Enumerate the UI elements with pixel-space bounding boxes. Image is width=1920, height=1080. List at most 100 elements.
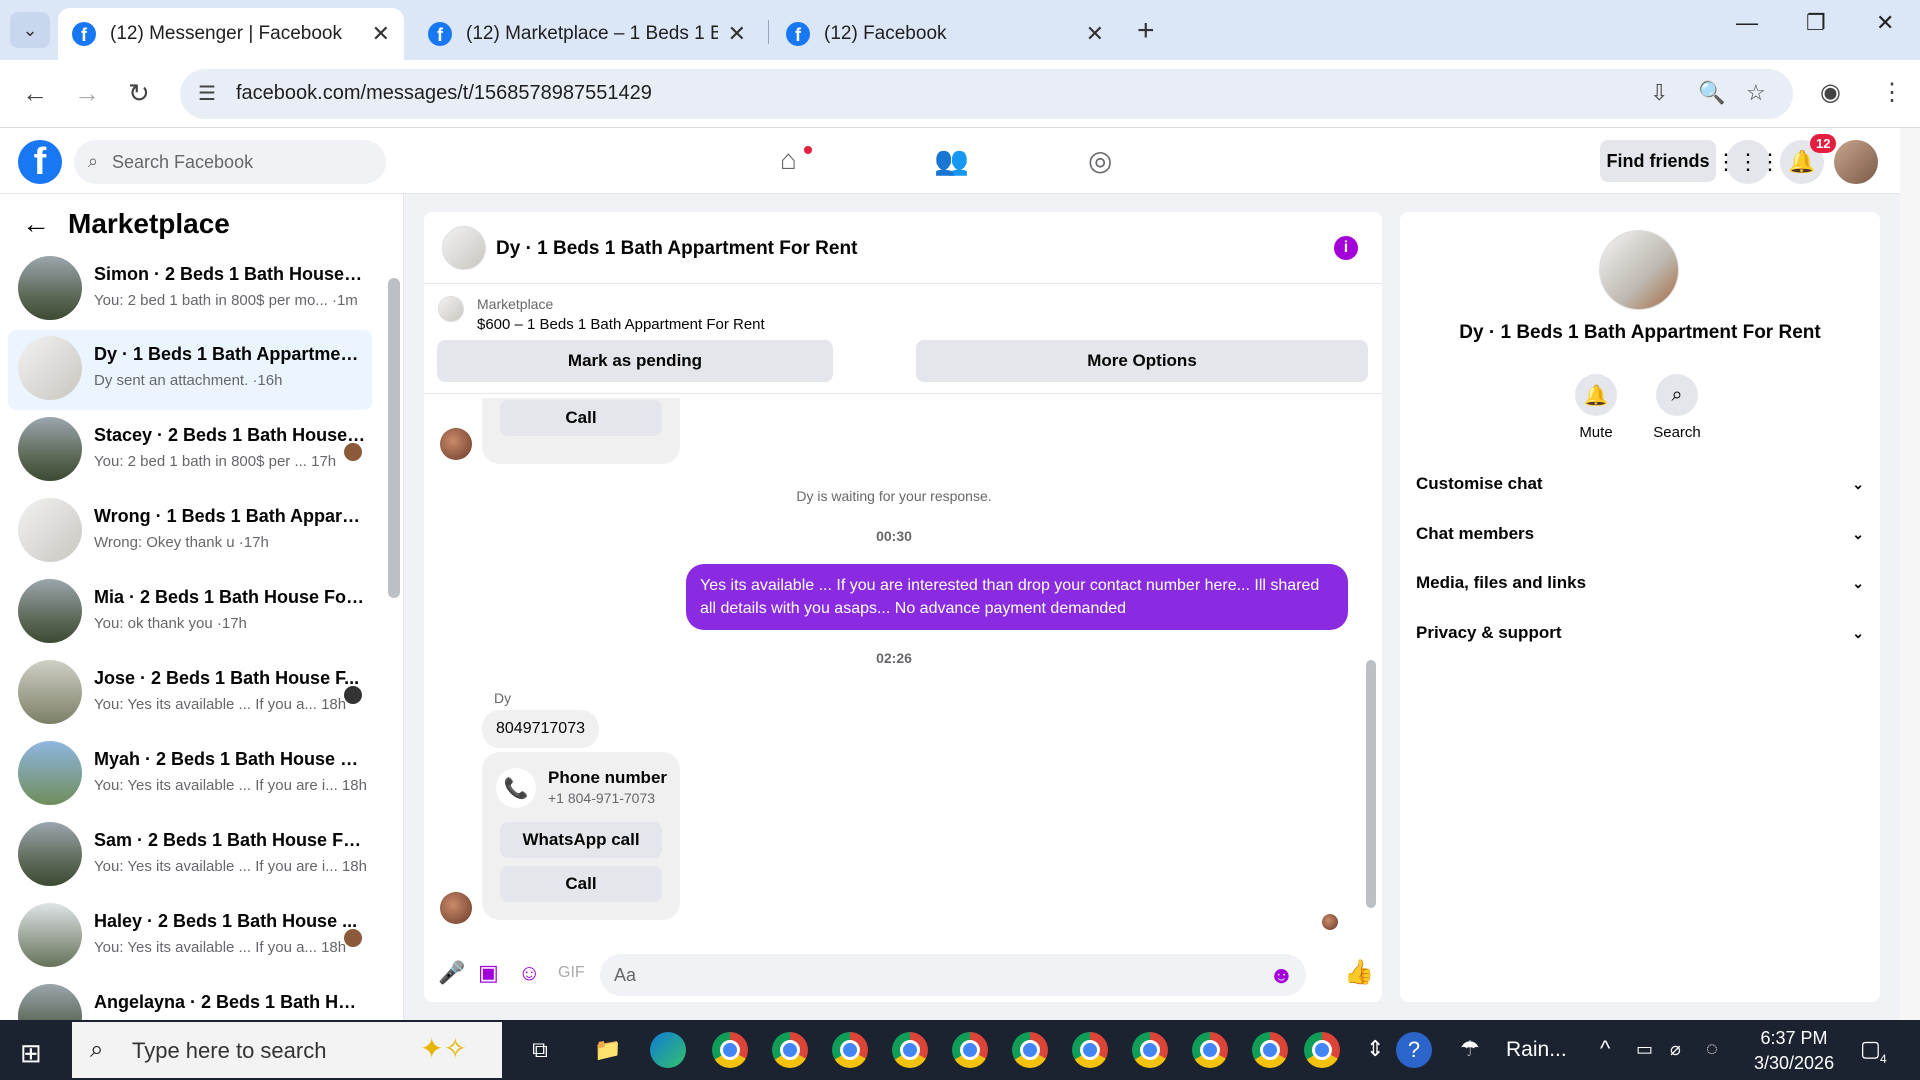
- site-settings-icon[interactable]: ☰: [198, 81, 216, 106]
- conversation-item[interactable]: Jose · 2 Beds 1 Bath House F... You: Yes…: [8, 654, 372, 734]
- friends-icon[interactable]: 👥: [934, 144, 969, 177]
- sender-avatar: [440, 892, 472, 924]
- scroll-arrows-icon[interactable]: ⇕: [1366, 1036, 1384, 1062]
- chrome-icon[interactable]: [1304, 1032, 1340, 1068]
- call-button[interactable]: Call: [500, 400, 662, 436]
- back-arrow-icon[interactable]: ←: [22, 208, 50, 240]
- action-center-icon[interactable]: ▢: [1860, 1036, 1881, 1062]
- task-view-icon[interactable]: ⧉: [522, 1032, 558, 1068]
- page-scrollbar[interactable]: [1900, 128, 1920, 1020]
- media-files-section[interactable]: Media, files and links ⌄: [1416, 563, 1864, 603]
- gif-icon[interactable]: GIF: [558, 964, 585, 982]
- chat-scroll-thumb[interactable]: [1366, 660, 1376, 908]
- chat-avatar[interactable]: [442, 226, 486, 270]
- mute-action[interactable]: 🔔 Mute: [1556, 374, 1636, 441]
- profile-icon[interactable]: ◉: [1820, 78, 1841, 107]
- minimize-icon[interactable]: —: [1736, 10, 1758, 36]
- close-tab-icon[interactable]: ✕: [1086, 21, 1104, 47]
- taskbar-search[interactable]: ⌕ Type here to search ✦✧: [72, 1022, 502, 1078]
- tab-search-button[interactable]: ⌄: [10, 12, 50, 48]
- umbrella-rain-icon: ☂: [1460, 1036, 1480, 1061]
- chat-info-panel: Dy · 1 Beds 1 Bath Appartment For Rent 🔔…: [1400, 212, 1880, 1002]
- tab-facebook[interactable]: f (12) Facebook ✕: [772, 8, 1118, 60]
- conversation-item[interactable]: Simon · 2 Beds 1 Bath House Fo... You: 2…: [8, 250, 372, 330]
- info-avatar[interactable]: [1599, 230, 1679, 310]
- info-icon[interactable]: i: [1334, 236, 1358, 260]
- search-action[interactable]: ⌕ Search: [1637, 374, 1717, 441]
- search-placeholder: Search Facebook: [112, 152, 254, 172]
- file-explorer-icon[interactable]: 📁: [590, 1032, 626, 1068]
- menu-grid-icon[interactable]: ⋮⋮⋮: [1715, 140, 1781, 184]
- emoji-icon[interactable]: ☻: [1269, 962, 1294, 990]
- photo-icon[interactable]: ▣: [478, 960, 499, 986]
- restore-icon[interactable]: ❐: [1806, 10, 1826, 36]
- find-friends-button[interactable]: Find friends: [1600, 140, 1716, 182]
- tab-messenger[interactable]: f (12) Messenger | Facebook ✕: [58, 8, 404, 60]
- account-avatar[interactable]: [1834, 140, 1878, 184]
- conversation-item[interactable]: Wrong · 1 Beds 1 Bath Appartm... Wrong: …: [8, 492, 372, 572]
- zoom-icon[interactable]: 🔍: [1698, 80, 1725, 106]
- network-off-icon[interactable]: ⌀: [1670, 1039, 1681, 1060]
- windows-start-icon[interactable]: ⊞: [20, 1038, 42, 1069]
- phone-card-number: +1 804-971-7073: [548, 790, 656, 806]
- weather-text[interactable]: Rain...: [1506, 1038, 1567, 1062]
- customise-chat-section[interactable]: Customise chat ⌄: [1416, 464, 1864, 504]
- chat-title[interactable]: Dy · 1 Beds 1 Bath Appartment For Rent: [496, 238, 857, 260]
- forward-icon[interactable]: →: [74, 78, 100, 109]
- bookmark-star-icon[interactable]: ☆: [1746, 80, 1766, 106]
- chat-members-section[interactable]: Chat members ⌄: [1416, 514, 1864, 554]
- chrome-icon[interactable]: [1252, 1032, 1288, 1068]
- chrome-icon[interactable]: [892, 1032, 928, 1068]
- meet-icon[interactable]: ▭: [1636, 1039, 1653, 1060]
- listing-price-title[interactable]: $600 – 1 Beds 1 Bath Appartment For Rent: [477, 316, 765, 333]
- conversation-item[interactable]: Sam · 2 Beds 1 Bath House For ... You: Y…: [8, 816, 372, 896]
- close-tab-icon[interactable]: ✕: [728, 21, 746, 47]
- like-thumb-icon[interactable]: 👍: [1344, 958, 1374, 987]
- call-button[interactable]: Call: [500, 866, 662, 902]
- back-icon[interactable]: ←: [22, 78, 48, 109]
- browser-toolbar: ← → ↻ ☰ facebook.com/messages/t/15685789…: [0, 60, 1920, 128]
- address-bar[interactable]: ☰ facebook.com/messages/t/15685789875514…: [180, 69, 1793, 119]
- search-icon: ⌕: [1656, 374, 1698, 416]
- edge-icon[interactable]: [650, 1032, 686, 1068]
- chrome-icon[interactable]: [1192, 1032, 1228, 1068]
- facebook-logo-icon[interactable]: f: [18, 140, 62, 184]
- facebook-search-input[interactable]: ⌕ Search Facebook: [74, 140, 386, 184]
- whatsapp-call-button[interactable]: WhatsApp call: [500, 822, 662, 858]
- new-tab-button[interactable]: +: [1137, 14, 1155, 48]
- sticker-icon[interactable]: ☺: [518, 960, 540, 986]
- sidebar-scroll-thumb[interactable]: [388, 278, 400, 598]
- install-app-icon[interactable]: ⇩: [1650, 80, 1668, 106]
- conversation-item-selected[interactable]: Dy · 1 Beds 1 Bath Appartment ... Dy sen…: [8, 330, 372, 410]
- chrome-icon[interactable]: [712, 1032, 748, 1068]
- home-icon[interactable]: ⌂: [780, 144, 797, 176]
- sync-icon[interactable]: ◌: [1706, 1038, 1718, 1061]
- message-input[interactable]: Aa ☻: [600, 954, 1306, 996]
- close-tab-icon[interactable]: ✕: [372, 21, 390, 47]
- chrome-icon[interactable]: [1072, 1032, 1108, 1068]
- help-icon[interactable]: ?: [1396, 1032, 1432, 1068]
- groups-icon[interactable]: ◎: [1088, 144, 1112, 177]
- microphone-icon[interactable]: 🎤: [438, 960, 465, 986]
- chrome-icon[interactable]: [952, 1032, 988, 1068]
- section-label: Customise chat: [1416, 474, 1543, 493]
- more-options-button[interactable]: More Options: [916, 340, 1368, 382]
- chrome-icon[interactable]: [832, 1032, 868, 1068]
- reload-icon[interactable]: ↻: [128, 78, 150, 109]
- tab-marketplace[interactable]: f (12) Marketplace – 1 Beds 1 Bat ✕: [414, 8, 760, 60]
- show-hidden-icons-icon[interactable]: ^: [1600, 1036, 1610, 1062]
- mark-as-pending-button[interactable]: Mark as pending: [437, 340, 833, 382]
- conversation-item[interactable]: Mia · 2 Beds 1 Bath House For R... You: …: [8, 573, 372, 653]
- search-icon: ⌕: [88, 151, 99, 171]
- conversation-item[interactable]: Angelayna · 2 Beds 1 Bath Hous...: [8, 978, 372, 1020]
- menu-kebab-icon[interactable]: ⋮: [1880, 78, 1904, 107]
- chrome-icon[interactable]: [1012, 1032, 1048, 1068]
- conversation-item[interactable]: Myah · 2 Beds 1 Bath House For... You: Y…: [8, 735, 372, 815]
- close-window-icon[interactable]: ✕: [1876, 10, 1894, 36]
- conversation-item[interactable]: Haley · 2 Beds 1 Bath House ... You: Yes…: [8, 897, 372, 977]
- chrome-icon[interactable]: [772, 1032, 808, 1068]
- chrome-icon[interactable]: [1132, 1032, 1168, 1068]
- privacy-support-section[interactable]: Privacy & support ⌄: [1416, 613, 1864, 653]
- system-clock[interactable]: 6:37 PM 3/30/2026: [1754, 1026, 1834, 1076]
- conversation-item[interactable]: Stacey · 2 Beds 1 Bath House ... You: 2 …: [8, 411, 372, 491]
